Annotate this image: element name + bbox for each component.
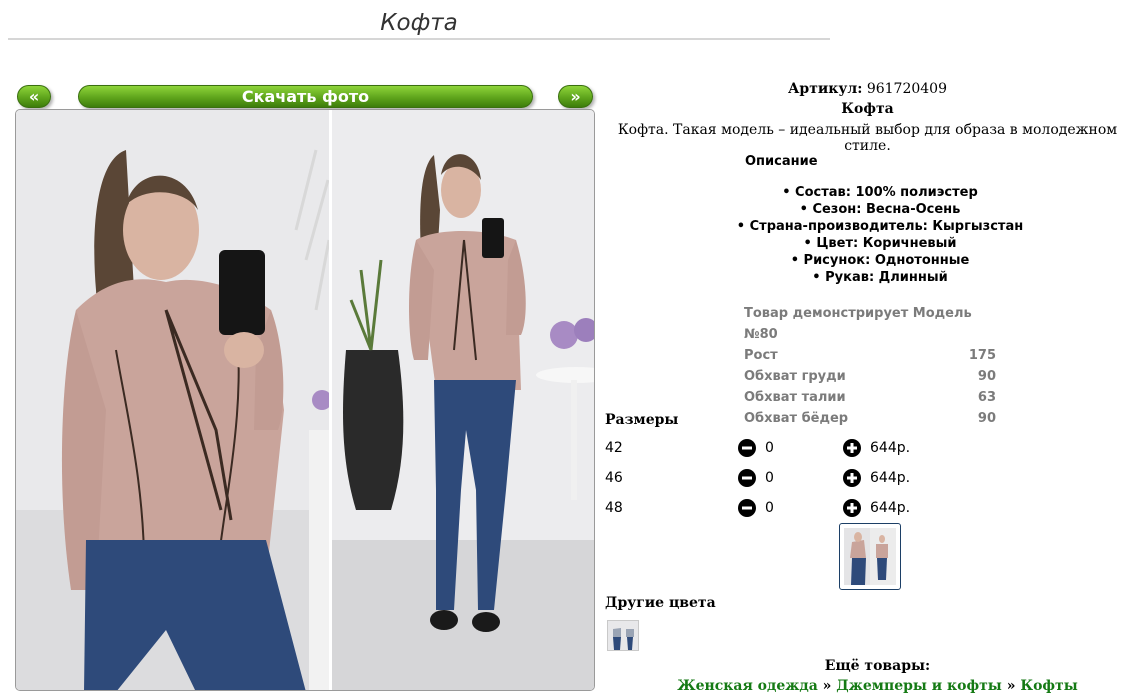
minus-circle-icon[interactable]	[738, 469, 756, 487]
other-colors-heading: Другие цвета	[605, 595, 716, 611]
model-heading: Товар демонстрирует Модель №80	[744, 306, 972, 342]
plus-circle-icon[interactable]	[843, 439, 861, 457]
breadcrumb-link[interactable]: Джемперы и кофты	[836, 678, 1002, 694]
spec-item: Страна-производитель: Кыргызстан	[605, 218, 1130, 235]
photo-thumbnail[interactable]	[839, 523, 901, 590]
size-label: 42	[605, 440, 623, 456]
model-row-value: 63	[977, 390, 996, 405]
model-row-label: Обхват груди	[744, 369, 846, 384]
price-value: 644р.	[870, 440, 911, 456]
breadcrumb-link[interactable]: Женская одежда	[677, 678, 818, 694]
model-row-label: Рост	[744, 348, 778, 363]
sku-label: Артикул:	[788, 81, 863, 97]
plus-circle-icon[interactable]	[843, 499, 861, 517]
spec-item: Состав: 100% полиэстер	[605, 184, 1130, 201]
model-measurements: Товар демонстрирует Модель №80 Рост 175 …	[744, 303, 996, 429]
size-label: 46	[605, 470, 623, 486]
sizes-heading: Размеры	[605, 412, 679, 428]
size-label: 48	[605, 500, 623, 516]
breadcrumb-link[interactable]: Кофты	[1020, 678, 1077, 694]
product-photo[interactable]	[15, 109, 595, 691]
page-title: Кофта	[8, 6, 830, 40]
spec-item: Сезон: Весна-Осень	[605, 201, 1130, 218]
model-row: Обхват талии 63	[744, 387, 996, 408]
product-name: Кофта	[841, 101, 894, 117]
price-value: 644р.	[870, 470, 911, 486]
plus-circle-icon[interactable]	[843, 469, 861, 487]
sku: Артикул: 961720409	[605, 81, 1130, 97]
spec-item: Цвет: Коричневый	[605, 235, 1130, 252]
price-value: 644р.	[870, 500, 911, 516]
minus-circle-icon[interactable]	[738, 499, 756, 517]
spec-heading: Описание	[745, 154, 818, 169]
breadcrumb-separator: »	[1006, 678, 1016, 694]
size-row: 42 0 644р.	[605, 438, 925, 458]
model-row-value: 175	[968, 348, 996, 363]
model-row-value: 90	[977, 411, 996, 426]
spec-item: Рукав: Длинный	[605, 269, 1130, 286]
size-row: 48 0 644р.	[605, 498, 925, 518]
quantity-value: 0	[765, 500, 774, 516]
breadcrumb: Женская одежда » Джемперы и кофты » Кофт…	[605, 678, 1130, 694]
more-goods-heading: Ещё товары:	[824, 658, 931, 674]
sku-value: 961720409	[866, 81, 947, 97]
breadcrumb-separator: »	[822, 678, 832, 694]
minus-circle-icon[interactable]	[738, 439, 756, 457]
model-row: Обхват бёдер 90	[744, 408, 996, 429]
other-color-thumbnail[interactable]	[607, 620, 639, 651]
quantity-value: 0	[765, 440, 774, 456]
model-row-label: Обхват талии	[744, 390, 846, 405]
spec-item: Рисунок: Однотонные	[605, 252, 1130, 269]
model-row-value: 90	[977, 369, 996, 384]
download-photo-button[interactable]: Скачать фото	[78, 85, 533, 108]
model-row: Рост 175	[744, 345, 996, 366]
next-photo-button[interactable]: »	[558, 85, 593, 108]
prev-photo-button[interactable]: «	[17, 85, 51, 108]
product-description: Кофта. Такая модель – идеальный выбор дл…	[617, 122, 1118, 154]
model-row-label: Обхват бёдер	[744, 411, 849, 426]
model-row: Обхват груди 90	[744, 366, 996, 387]
size-row: 46 0 644р.	[605, 468, 925, 488]
spec-list: Состав: 100% полиэстер Сезон: Весна-Осен…	[605, 184, 1130, 286]
quantity-value: 0	[765, 470, 774, 486]
